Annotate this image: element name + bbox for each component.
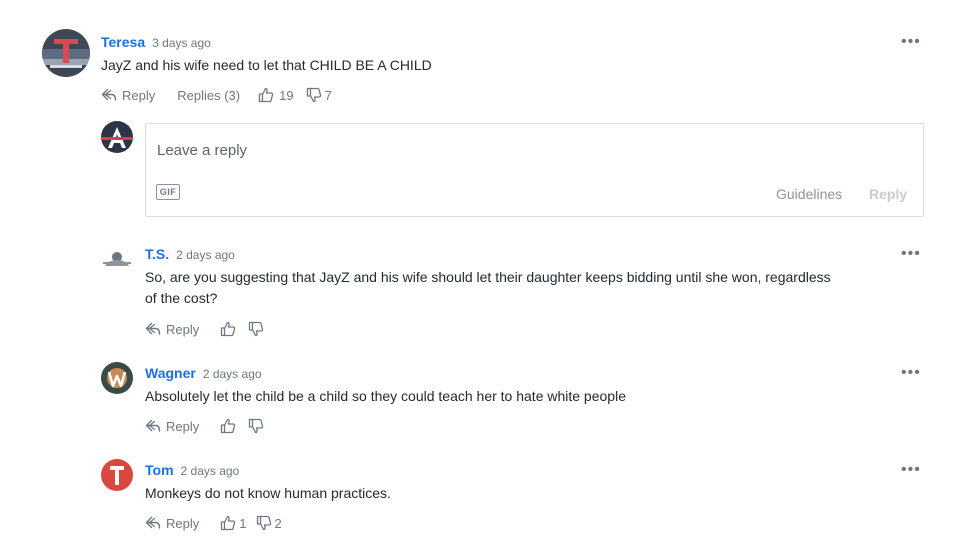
reply-submit-button[interactable]: Reply [869,186,907,202]
reply-author[interactable]: T.S. [145,246,169,262]
reply-author[interactable]: Tom [145,462,174,478]
more-dots-icon[interactable]: ••• [901,462,921,478]
avatar-ts[interactable] [101,248,133,270]
more-dots-icon[interactable]: ••• [901,34,921,50]
comment-text: JayZ and his wife need to let that CHILD… [101,57,432,73]
thumbs-down-icon [256,515,272,531]
reply-meta: Wagner 2 days ago [145,365,262,381]
current-user-avatar [101,121,133,153]
dislike-count: 2 [274,515,282,531]
reply-button[interactable]: Reply [145,516,199,531]
avatar-wagner[interactable] [101,362,133,394]
thumbs-down-icon [306,87,322,103]
reply-arrow-icon [145,322,161,336]
replies-label: Replies (3) [177,87,241,103]
reply-actions: Reply [145,418,264,434]
reply-text-line: of the cost? [145,290,218,306]
reply-arrow-icon [101,88,117,102]
reply-meta: Tom 2 days ago [145,462,239,478]
gif-icon[interactable]: GIF [156,184,180,200]
reply-button[interactable]: Reply [145,419,199,434]
reply-label: Reply [166,418,200,434]
thumbs-up-icon [258,87,274,103]
reply-author[interactable]: Wagner [145,365,196,381]
reply-meta: T.S. 2 days ago [145,246,235,262]
dislike-button[interactable]: 7 [306,87,332,103]
like-button[interactable] [220,321,236,337]
replies-toggle[interactable]: Replies (3) [177,88,240,103]
reply-time: 2 days ago [180,464,240,478]
guidelines-link[interactable]: Guidelines [776,186,842,202]
reply-label: Reply [122,87,156,103]
reply-time: 2 days ago [176,248,235,262]
reply-text-line: So, are you suggesting that JayZ and his… [145,269,831,285]
reply-text: Monkeys do not know human practices. [145,485,391,501]
comment-author[interactable]: Teresa [101,34,145,50]
more-dots-icon[interactable]: ••• [901,246,921,262]
dislike-button[interactable]: 2 [256,515,282,531]
reply-form: Leave a reply GIF Guidelines Reply [145,123,924,217]
like-button[interactable]: 19 [258,87,294,103]
comment-actions: Reply Replies (3) 19 7 [101,87,332,103]
like-count: 19 [279,87,294,103]
reply-time: 2 days ago [202,367,262,381]
thumbs-up-icon [220,321,236,337]
avatar-tom[interactable] [101,459,133,491]
reply-arrow-icon [145,516,161,530]
thumbs-up-icon [220,515,236,531]
more-dots-icon[interactable]: ••• [901,365,921,381]
reply-text: Absolutely let the child be a child so t… [145,388,626,404]
thumbs-up-icon [220,418,236,434]
comment-meta: Teresa 3 days ago [101,34,211,50]
reply-input[interactable]: Leave a reply [157,142,247,159]
dislike-button[interactable] [248,321,264,337]
avatar-teresa[interactable] [42,29,90,77]
dislike-count: 7 [324,87,332,103]
reply-label: Reply [166,321,200,337]
like-button[interactable]: 1 [220,515,246,531]
like-button[interactable] [220,418,236,434]
reply-button[interactable]: Reply [101,88,155,103]
reply-actions: Reply 1 2 [145,515,282,531]
dislike-button[interactable] [248,418,264,434]
like-count: 1 [239,515,247,531]
thumbs-down-icon [248,418,264,434]
reply-arrow-icon [145,419,161,433]
reply-actions: Reply [145,321,264,337]
reply-button[interactable]: Reply [145,322,199,337]
reply-label: Reply [166,515,200,531]
thumbs-down-icon [248,321,264,337]
reply-text: So, are you suggesting that JayZ and his… [145,267,915,309]
comment-time: 3 days ago [152,36,211,50]
